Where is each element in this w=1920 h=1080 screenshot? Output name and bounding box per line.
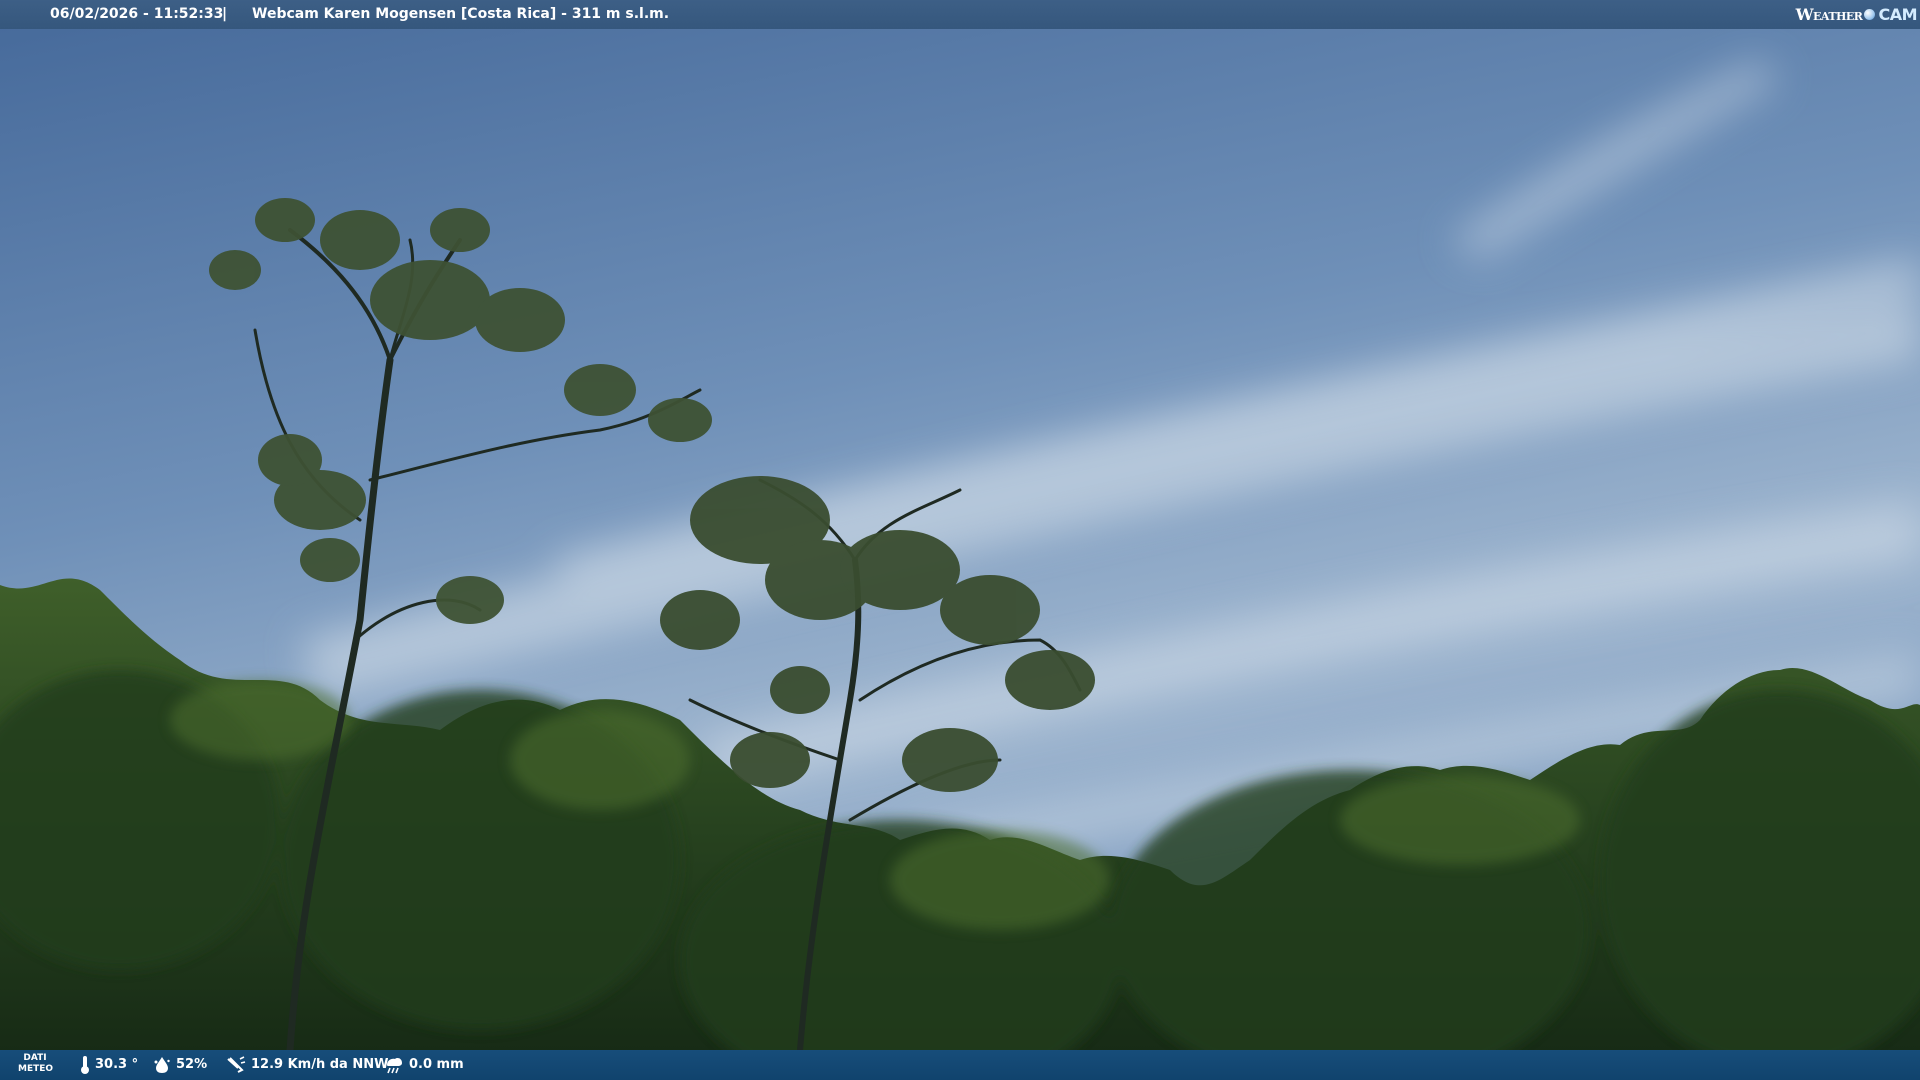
rain-icon <box>387 1058 402 1074</box>
wind-reading: 12.9 Km/h da NNW <box>226 1050 388 1080</box>
webcam-title: Webcam Karen Mogensen [Costa Rica] - 311… <box>252 6 670 22</box>
globe-icon <box>1864 9 1876 20</box>
timestamp: 06/02/2026 - 11:52:33 <box>50 6 224 22</box>
rain-reading: 0.0 mm <box>384 1050 464 1080</box>
logo-weather-text: Weather <box>1795 5 1863 24</box>
webcam-scene <box>0 0 1920 1080</box>
temperature-value: 30.3 ° <box>95 1057 139 1072</box>
temperature-reading: 30.3 ° <box>80 1050 138 1080</box>
thermometer-icon <box>81 1056 89 1074</box>
humidity-reading: 52% <box>153 1050 207 1080</box>
top-info-bar: 06/02/2026 - 11:52:33 | Webcam Karen Mog… <box>0 0 1920 29</box>
rain-value: 0.0 mm <box>409 1057 464 1072</box>
weather-data-label: DATI METEO <box>18 1053 54 1074</box>
weather-data-bar: DATI METEO 30.3 ° 52% 12.9 Km/h da NNW 0… <box>0 1050 1920 1080</box>
humidity-value: 52% <box>176 1057 208 1072</box>
humidity-drop-icon <box>154 1057 170 1073</box>
weathercam-logo: Weather CAM <box>1795 0 1918 29</box>
title-separator: | <box>222 6 228 22</box>
wind-icon <box>227 1056 246 1073</box>
logo-cam-text: CAM <box>1878 5 1917 24</box>
wind-value: 12.9 Km/h da NNW <box>251 1057 389 1072</box>
